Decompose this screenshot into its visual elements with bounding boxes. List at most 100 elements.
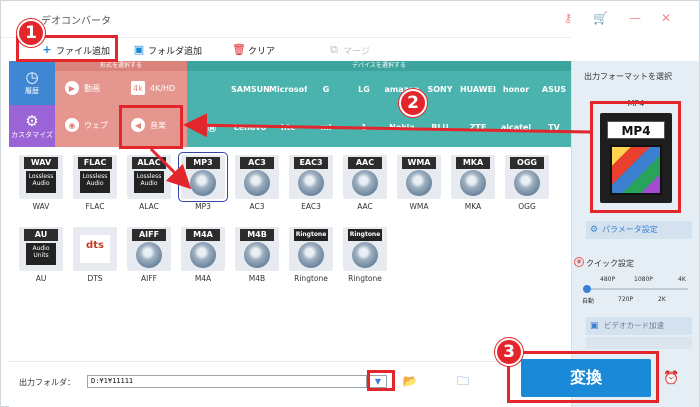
format-web-label: ウェブ bbox=[84, 120, 108, 130]
format-video-label: 動画 bbox=[84, 83, 100, 93]
format-tile-wma[interactable]: WMA WMA bbox=[397, 155, 441, 213]
folder-plus-icon: ▣ bbox=[133, 43, 145, 56]
4k-icon: 4k bbox=[131, 81, 145, 95]
convert-button[interactable]: 変換 bbox=[521, 359, 651, 397]
minimize-icon[interactable]: — bbox=[628, 11, 642, 25]
device-brand-huawei[interactable]: HUAWEI bbox=[459, 85, 497, 94]
device-brand-1[interactable]: 1 bbox=[345, 123, 383, 132]
device-brand-lg[interactable]: LG bbox=[345, 85, 383, 94]
close-icon[interactable]: ✕ bbox=[659, 11, 673, 25]
device-brand-nokia[interactable]: Nokia bbox=[383, 123, 421, 132]
format-tile-aac[interactable]: AAC AAC bbox=[343, 155, 387, 213]
device-brand-samsung[interactable]: SAMSUNG bbox=[231, 85, 269, 94]
format-tag: AU bbox=[24, 229, 58, 241]
format-name: DTS bbox=[87, 274, 103, 283]
format-logo: Lossless Audio bbox=[80, 171, 110, 193]
audio-disc-icon bbox=[406, 170, 432, 196]
gpu-acceleration-toggle[interactable]: ビデオカード加速 bbox=[586, 317, 692, 335]
parameter-settings-button[interactable]: パラメータ設定 bbox=[586, 221, 692, 239]
device-brand-g[interactable]: G bbox=[307, 85, 345, 94]
alarm-clock-icon[interactable]: ⏰ bbox=[663, 371, 679, 387]
customize-label: カスタマイズ bbox=[11, 131, 53, 139]
device-brand-zte[interactable]: ZTE bbox=[459, 123, 497, 132]
format-tile-ringtone[interactable]: Ringtone Ringtone bbox=[289, 227, 333, 285]
audio-disc-icon bbox=[244, 170, 270, 196]
device-brand-honor[interactable]: honor bbox=[497, 85, 535, 94]
window-title: デオコンバータ bbox=[41, 16, 111, 27]
history-button[interactable]: ◷ 履歴 bbox=[9, 61, 55, 103]
device-brand-sony[interactable]: SONY bbox=[421, 85, 459, 94]
clear-label: クリア bbox=[248, 46, 276, 57]
format-tile-alac[interactable]: ALAC Lossless Audio ALAC bbox=[127, 155, 171, 213]
format-web[interactable]: ◉ ウェブ bbox=[65, 118, 108, 132]
format-tile-ac3[interactable]: AC3 AC3 bbox=[235, 155, 279, 213]
format-4khd[interactable]: 4k 4K/HD bbox=[131, 81, 175, 95]
output-folder-dropdown[interactable]: ▼ bbox=[369, 375, 387, 388]
device-brand-htc[interactable]: htc bbox=[269, 123, 307, 132]
cart-icon[interactable]: 🛒 bbox=[593, 11, 608, 25]
format-tile-ogg[interactable]: OGG OGG bbox=[505, 155, 549, 213]
format-tile-mp3[interactable]: MP3 MP3 bbox=[178, 152, 228, 213]
format-music[interactable]: ◀ 音楽 bbox=[131, 118, 166, 132]
device-brand-asus[interactable]: ASUS bbox=[535, 85, 573, 94]
format-video[interactable]: ▶ 動画 bbox=[65, 81, 100, 95]
format-tag: WMA bbox=[402, 157, 436, 169]
format-name: ALAC bbox=[139, 202, 159, 211]
clear-button[interactable]: 🗑 クリア bbox=[232, 42, 276, 58]
format-name: M4A bbox=[194, 274, 212, 283]
film-icon bbox=[610, 145, 662, 195]
audio-disc-icon bbox=[190, 170, 216, 196]
format-tile-eac3[interactable]: EAC3 EAC3 bbox=[289, 155, 333, 213]
slider-label-720p: 720P bbox=[618, 296, 634, 303]
chevron-down-icon: ▼ bbox=[374, 377, 382, 386]
merge-button[interactable]: ⧉ マージ bbox=[328, 42, 370, 58]
callout-badge-1: 1 bbox=[17, 19, 45, 47]
quality-slider-track[interactable] bbox=[586, 288, 688, 290]
audio-format-grid: WAV Lossless Audio WAV FLAC Lossless Audio FL… bbox=[9, 147, 571, 361]
format-name: AIFF bbox=[141, 274, 157, 283]
audio-disc-icon bbox=[352, 242, 378, 268]
folder-icon[interactable]: 🗀 bbox=[455, 374, 471, 388]
selected-format-thumbnail[interactable]: MP4 bbox=[600, 113, 672, 203]
format-name: WMA bbox=[409, 202, 429, 211]
format-tag: WAV bbox=[24, 157, 58, 169]
format-name: AC3 bbox=[249, 202, 265, 211]
format-tile-flac[interactable]: FLAC Lossless Audio FLAC bbox=[73, 155, 117, 213]
add-folder-button[interactable]: ▣ フォルダ追加 bbox=[133, 42, 202, 58]
format-tag: AIFF bbox=[132, 229, 166, 241]
format-tile-mka[interactable]: MKA MKA bbox=[451, 155, 495, 213]
format-tile-au[interactable]: AU Audio Units AU bbox=[19, 227, 63, 285]
output-format-panel: 出力フォーマットを選択 MP4 MP4 パラメータ設定 ◉ クイック設定 480… bbox=[571, 61, 699, 407]
format-name: FLAC bbox=[85, 202, 105, 211]
audio-disc-icon bbox=[298, 170, 324, 196]
trash-icon: 🗑 bbox=[232, 43, 246, 56]
output-format-title: 出力フォーマットを選択 bbox=[584, 72, 672, 81]
audio-disc-icon bbox=[298, 242, 324, 268]
quality-slider-handle[interactable] bbox=[583, 285, 591, 293]
add-file-button[interactable]: + ファイル追加 bbox=[41, 42, 110, 58]
device-brand-mi[interactable]: mi bbox=[307, 123, 345, 132]
device-brand-motorola[interactable]: Ⓜ bbox=[193, 123, 231, 134]
callout-badge-3: 3 bbox=[495, 338, 523, 366]
device-brand-blu[interactable]: BLU bbox=[421, 123, 459, 132]
format-tile-dts[interactable]: dts DTS bbox=[73, 227, 117, 285]
device-brand-tv[interactable]: TV bbox=[535, 123, 573, 132]
history-label: 履歴 bbox=[25, 87, 39, 95]
format-tile-wav[interactable]: WAV Lossless Audio WAV bbox=[19, 155, 63, 213]
device-brand-microsoft[interactable]: Microsoft bbox=[269, 85, 307, 94]
customize-button[interactable]: ⚙ カスタマイズ bbox=[9, 105, 55, 147]
format-logo: dts bbox=[80, 235, 110, 263]
speaker-icon: ◀ bbox=[131, 118, 145, 132]
format-tile-ringtone-2[interactable]: Ringtone Ringtone bbox=[343, 227, 387, 285]
open-folder-icon[interactable]: 📂 bbox=[402, 374, 418, 388]
format-logo: Lossless Audio bbox=[134, 171, 164, 193]
key-icon[interactable]: ⚷ bbox=[561, 11, 575, 25]
format-name: WAV bbox=[32, 202, 50, 211]
device-brand-lenovo[interactable]: Lenovo bbox=[231, 123, 269, 132]
device-brand-alcatel[interactable]: alcatel bbox=[497, 123, 535, 132]
output-folder-input[interactable]: D:¥1¥11111 bbox=[87, 375, 367, 388]
format-tile-m4a[interactable]: M4A M4A bbox=[181, 227, 225, 285]
device-category-header: デバイスを選択する bbox=[187, 61, 571, 71]
format-tile-aiff[interactable]: AIFF AIFF bbox=[127, 227, 171, 285]
format-tile-m4b[interactable]: M4B M4B bbox=[235, 227, 279, 285]
